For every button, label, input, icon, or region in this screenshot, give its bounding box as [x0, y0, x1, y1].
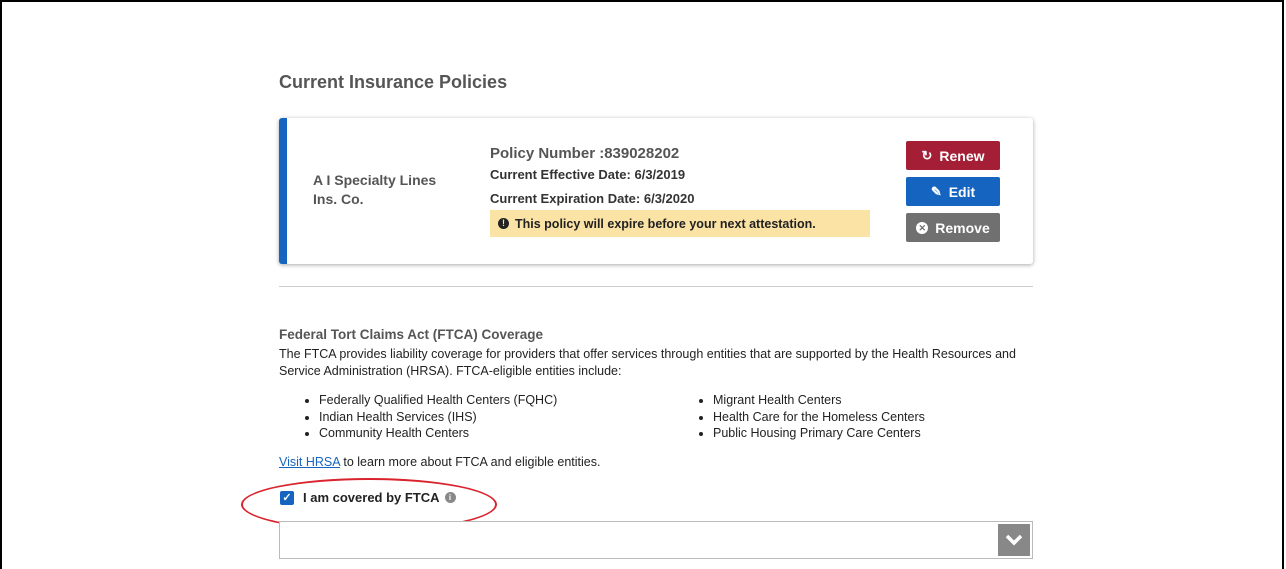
list-item: Migrant Health Centers: [713, 392, 925, 409]
chevron-down-icon[interactable]: [998, 524, 1030, 556]
entity-list-left: Federally Qualified Health Centers (FQHC…: [301, 392, 557, 442]
section-divider: [279, 286, 1033, 287]
list-item: Public Housing Primary Care Centers: [713, 425, 925, 442]
list-item: Federally Qualified Health Centers (FQHC…: [319, 392, 557, 409]
exclamation-icon: !: [498, 218, 509, 229]
warning-text: This policy will expire before your next…: [515, 216, 816, 231]
ftca-entity-select[interactable]: [279, 521, 1033, 559]
edit-button[interactable]: ✎ Edit: [906, 177, 1000, 206]
visit-hrsa-link[interactable]: Visit HRSA: [279, 455, 340, 469]
effective-date: Current Effective Date: 6/3/2019: [490, 167, 686, 182]
policy-number: Policy Number :839028202: [490, 145, 680, 162]
policy-card: A I Specialty Lines Ins. Co. Policy Numb…: [279, 118, 1033, 264]
ftca-heading: Federal Tort Claims Act (FTCA) Coverage: [279, 327, 544, 342]
list-item: Community Health Centers: [319, 425, 557, 442]
edit-label: Edit: [948, 183, 976, 200]
list-item: Indian Health Services (IHS): [319, 409, 557, 426]
entity-list-right: Migrant Health Centers Health Care for t…: [695, 392, 925, 442]
page-title: Current Insurance Policies: [279, 72, 508, 92]
insurer-name: A I Specialty Lines Ins. Co.: [313, 172, 437, 207]
renew-button[interactable]: ↻ Renew: [906, 141, 1000, 170]
ftca-description: The FTCA provides liability coverage for…: [279, 347, 1016, 378]
expiration-date: Current Expiration Date: 6/3/2020: [490, 191, 695, 206]
remove-button[interactable]: ✕ Remove: [906, 213, 1000, 242]
expiry-warning: ! This policy will expire before your ne…: [490, 210, 870, 237]
close-circle-icon: ✕: [916, 221, 929, 234]
renew-label: Renew: [939, 147, 985, 164]
hrsa-info-line: Visit HRSA to learn more about FTCA and …: [279, 455, 600, 469]
remove-label: Remove: [935, 219, 990, 236]
refresh-icon: ↻: [921, 147, 933, 163]
window-frame: [0, 0, 1284, 569]
hrsa-line-text: to learn more about FTCA and eligible en…: [339, 455, 601, 469]
pencil-icon: ✎: [930, 183, 942, 199]
list-item: Health Care for the Homeless Centers: [713, 409, 925, 426]
